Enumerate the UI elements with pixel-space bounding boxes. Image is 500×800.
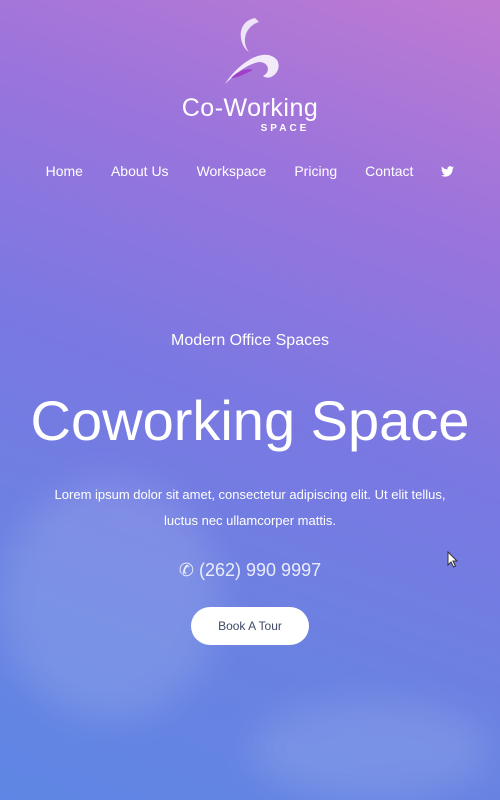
phone-icon: ✆ [178,560,194,580]
twitter-icon[interactable] [441,165,455,177]
cloud [250,700,490,800]
phone-link[interactable]: ✆ (262) 990 9997 [0,560,500,581]
hero-description: Lorem ipsum dolor sit amet, consectetur … [54,487,446,528]
brand-sub: SPACE [260,123,310,134]
logo[interactable]: Co-Working SPACE [0,12,500,134]
nav-home[interactable]: Home [46,163,83,179]
nav-workspace[interactable]: Workspace [197,163,267,179]
main-nav: Home About Us Workspace Pricing Contact [0,163,500,179]
hero-eyebrow: Modern Office Spaces [170,332,329,349]
phone-number: (262) 990 9997 [199,560,322,580]
nav-about-us[interactable]: About Us [111,163,169,179]
hero-title: Coworking Space [30,389,470,452]
book-tour-button[interactable]: Book A Tour [191,607,309,645]
nav-contact[interactable]: Contact [365,163,413,179]
nav-pricing[interactable]: Pricing [294,163,337,179]
brand-name: Co-Working [181,94,319,122]
mouse-cursor-icon [447,551,459,568]
logo-mark-icon [225,18,279,84]
